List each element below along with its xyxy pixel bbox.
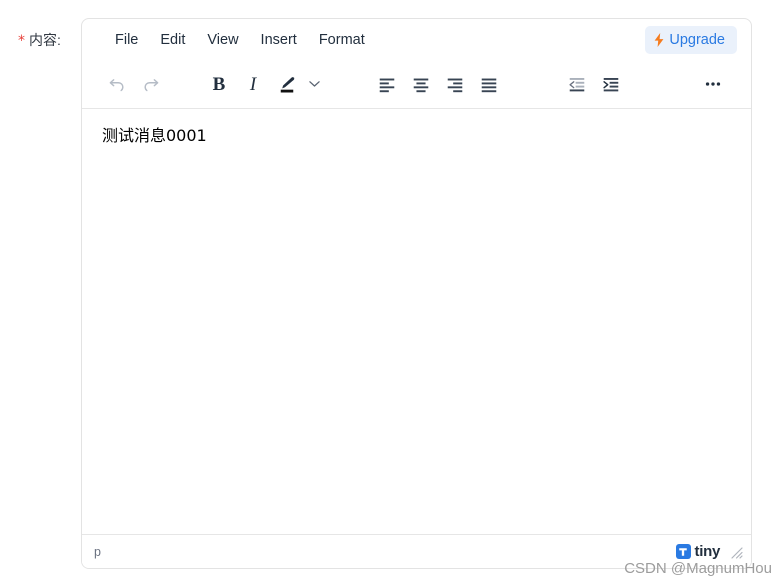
text-color-button[interactable] bbox=[270, 69, 304, 99]
content-field-label: * 内容: bbox=[18, 30, 61, 50]
element-path[interactable]: p bbox=[94, 545, 101, 559]
resize-handle-icon[interactable] bbox=[729, 545, 743, 559]
indent-icon bbox=[603, 78, 619, 92]
undo-icon bbox=[109, 79, 124, 92]
editor-content-area[interactable]: 测试消息0001 bbox=[82, 108, 751, 534]
menu-file[interactable]: File bbox=[104, 28, 149, 52]
menu-view[interactable]: View bbox=[196, 28, 249, 52]
align-center-icon bbox=[413, 78, 429, 93]
align-right-icon bbox=[447, 78, 463, 93]
more-button[interactable] bbox=[696, 69, 730, 99]
chevron-down-icon bbox=[308, 81, 320, 87]
italic-button[interactable]: I bbox=[236, 69, 270, 99]
italic-icon: I bbox=[249, 73, 257, 95]
align-right-button[interactable] bbox=[438, 69, 472, 99]
redo-button[interactable] bbox=[134, 69, 168, 99]
menu-format[interactable]: Format bbox=[308, 28, 376, 52]
tiny-branding-link[interactable]: tiny bbox=[675, 543, 721, 560]
pen-color-icon bbox=[280, 76, 295, 92]
editor-toolbar: B I bbox=[82, 60, 751, 108]
required-asterisk-icon: * bbox=[18, 33, 25, 49]
upgrade-button[interactable]: Upgrade bbox=[645, 25, 737, 54]
tiny-brand-label: tiny bbox=[694, 543, 721, 560]
tiny-logo-icon bbox=[675, 544, 691, 559]
bold-button[interactable]: B bbox=[202, 69, 236, 99]
more-horizontal-icon bbox=[705, 82, 721, 86]
rich-text-editor: File Edit View Insert Format Upgrade B I… bbox=[81, 18, 752, 569]
menu-edit[interactable]: Edit bbox=[149, 28, 196, 52]
editor-menubar: File Edit View Insert Format Upgrade bbox=[82, 19, 751, 60]
bold-icon: B bbox=[212, 73, 226, 95]
align-center-button[interactable] bbox=[404, 69, 438, 99]
text-color-chevron[interactable] bbox=[304, 69, 324, 99]
align-justify-button[interactable] bbox=[472, 69, 506, 99]
editor-statusbar: p tiny bbox=[82, 534, 751, 568]
align-left-icon bbox=[379, 78, 395, 93]
align-justify-icon bbox=[481, 78, 497, 93]
content-label-text: 内容: bbox=[29, 32, 61, 48]
indent-button[interactable] bbox=[594, 69, 628, 99]
redo-icon bbox=[144, 79, 159, 92]
lightning-bolt-icon bbox=[654, 32, 664, 47]
statusbar-right-group: tiny bbox=[675, 543, 743, 560]
tiny-logo-glyph bbox=[679, 547, 687, 556]
align-left-button[interactable] bbox=[370, 69, 404, 99]
undo-button[interactable] bbox=[100, 69, 134, 99]
upgrade-button-label: Upgrade bbox=[669, 31, 725, 48]
outdent-button[interactable] bbox=[560, 69, 594, 99]
outdent-icon bbox=[569, 78, 585, 92]
menu-insert[interactable]: Insert bbox=[250, 28, 308, 52]
content-paragraph[interactable]: 测试消息0001 bbox=[102, 124, 731, 147]
